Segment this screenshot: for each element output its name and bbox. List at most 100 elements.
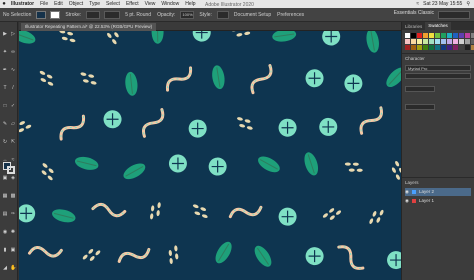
swatch[interactable] bbox=[453, 45, 458, 50]
swatch[interactable] bbox=[423, 33, 428, 38]
tab-libraries[interactable]: Libraries bbox=[402, 24, 425, 29]
swatch[interactable] bbox=[405, 45, 410, 50]
gradient-tool-icon[interactable]: ▤ bbox=[2, 211, 8, 217]
swatch[interactable] bbox=[429, 45, 434, 50]
stroke-swatch[interactable] bbox=[50, 10, 61, 19]
swatch[interactable] bbox=[411, 33, 416, 38]
workspace-switcher[interactable]: Essentials Classic bbox=[394, 10, 434, 16]
swatch[interactable] bbox=[447, 39, 452, 44]
character-panel-title[interactable]: Character bbox=[402, 53, 474, 63]
swatch[interactable] bbox=[459, 45, 464, 50]
direct-selection-tool-icon[interactable]: ▷ bbox=[10, 31, 16, 37]
swatch[interactable] bbox=[441, 45, 446, 50]
swatch[interactable] bbox=[423, 39, 428, 44]
brush-dropdown[interactable]: 5 pt. Round bbox=[122, 12, 154, 18]
leading-field[interactable] bbox=[405, 104, 435, 110]
selection-tool-icon[interactable]: ▶ bbox=[2, 31, 8, 37]
search-icon[interactable]: ⚲ bbox=[466, 1, 470, 7]
menu-effect[interactable]: Effect bbox=[123, 1, 142, 7]
pencil-tool-icon[interactable]: ✎ bbox=[2, 121, 8, 127]
lasso-icon[interactable]: ∞ bbox=[10, 49, 16, 55]
layers-panel-title[interactable]: Layers bbox=[402, 177, 474, 187]
swatch[interactable] bbox=[435, 45, 440, 50]
line-tool-icon[interactable]: / bbox=[10, 85, 16, 91]
swatch[interactable] bbox=[423, 45, 428, 50]
eraser-tool-icon[interactable]: ▱ bbox=[10, 121, 16, 127]
document-tab[interactable]: Illustrator Repeating Pattern.ai* @ 22.5… bbox=[21, 23, 157, 31]
layer-row[interactable]: ◉ Layer 1 bbox=[405, 197, 471, 205]
document-setup-button[interactable]: Document Setup bbox=[231, 12, 274, 18]
magic-wand-icon[interactable]: ✦ bbox=[2, 49, 8, 55]
swatch[interactable] bbox=[429, 33, 434, 38]
layer-row[interactable]: ◉ Layer 2 bbox=[405, 188, 471, 196]
eyedropper-icon[interactable]: ✑ bbox=[10, 211, 16, 217]
swatch[interactable] bbox=[405, 39, 410, 44]
swatch[interactable] bbox=[405, 33, 410, 38]
scale-tool-icon[interactable]: ⇱ bbox=[10, 139, 16, 145]
stroke-color-icon[interactable] bbox=[7, 166, 15, 174]
blend-tool-icon[interactable]: ◉ bbox=[2, 229, 8, 235]
font-family-field[interactable]: Myriad Pro bbox=[405, 65, 471, 71]
graph-tool-icon[interactable]: ▮ bbox=[2, 247, 8, 253]
swatch[interactable] bbox=[441, 39, 446, 44]
swatch[interactable] bbox=[465, 33, 470, 38]
pen-tool-icon[interactable]: ✒ bbox=[2, 67, 8, 73]
swatch[interactable] bbox=[465, 39, 470, 44]
swatch[interactable] bbox=[465, 45, 470, 50]
swatch[interactable] bbox=[411, 39, 416, 44]
rotate-tool-icon[interactable]: ↻ bbox=[2, 139, 8, 145]
menu-file[interactable]: File bbox=[37, 1, 51, 7]
symbol-sprayer-icon[interactable]: ✺ bbox=[10, 229, 16, 235]
type-tool-icon[interactable]: T bbox=[2, 85, 8, 91]
artboard-tool-icon[interactable]: ▣ bbox=[10, 247, 16, 253]
swatch[interactable] bbox=[417, 33, 422, 38]
swatch[interactable] bbox=[417, 39, 422, 44]
swatch[interactable] bbox=[459, 39, 464, 44]
swatch[interactable] bbox=[429, 39, 434, 44]
clock[interactable]: Sat 23 May 15:55 bbox=[423, 1, 462, 7]
swatch[interactable] bbox=[447, 33, 452, 38]
free-transform-icon[interactable]: ▣ bbox=[2, 175, 8, 181]
paintbrush-icon[interactable]: ✓ bbox=[10, 103, 16, 109]
artboard-canvas[interactable] bbox=[19, 31, 401, 280]
swatch[interactable] bbox=[435, 33, 440, 38]
font-style-field[interactable] bbox=[405, 73, 471, 79]
opacity-field[interactable]: 100% bbox=[180, 10, 195, 19]
rectangle-tool-icon[interactable]: □ bbox=[2, 103, 8, 109]
shape-builder-icon[interactable]: ◈ bbox=[10, 175, 16, 181]
menu-help[interactable]: Help bbox=[182, 1, 198, 7]
slice-tool-icon[interactable]: ◢ bbox=[2, 265, 8, 271]
stroke-width-field[interactable] bbox=[86, 10, 101, 19]
apple-icon[interactable]: ● bbox=[0, 1, 8, 7]
tab-swatches[interactable]: Swatches bbox=[425, 22, 451, 30]
menu-type[interactable]: Type bbox=[86, 1, 103, 7]
style-dropdown[interactable] bbox=[216, 10, 229, 19]
swatch[interactable] bbox=[459, 33, 464, 38]
visibility-eye-icon[interactable]: ◉ bbox=[405, 188, 409, 196]
swatch[interactable] bbox=[453, 33, 458, 38]
menu-select[interactable]: Select bbox=[103, 1, 123, 7]
menu-view[interactable]: View bbox=[142, 1, 159, 7]
hand-tool-icon[interactable]: ✋ bbox=[10, 265, 16, 271]
font-size-field[interactable] bbox=[405, 86, 435, 92]
search-field[interactable] bbox=[438, 11, 470, 19]
swatch[interactable] bbox=[435, 39, 440, 44]
mesh-tool-icon[interactable]: ▩ bbox=[10, 193, 16, 199]
curvature-tool-icon[interactable]: ∿ bbox=[10, 67, 16, 73]
menu-window[interactable]: Window bbox=[158, 1, 182, 7]
swatch[interactable] bbox=[453, 39, 458, 44]
fill-swatch[interactable] bbox=[36, 10, 47, 19]
menu-object[interactable]: Object bbox=[66, 1, 86, 7]
fill-stroke-widget[interactable] bbox=[3, 162, 15, 174]
swatch[interactable] bbox=[447, 45, 452, 50]
swatch[interactable] bbox=[441, 33, 446, 38]
variable-width-dropdown[interactable] bbox=[104, 10, 121, 19]
wifi-icon[interactable]: ≈ bbox=[416, 1, 419, 7]
swatch[interactable] bbox=[417, 45, 422, 50]
app-menu[interactable]: Illustrator bbox=[8, 1, 37, 7]
swatch[interactable] bbox=[411, 45, 416, 50]
menu-edit[interactable]: Edit bbox=[51, 1, 66, 7]
visibility-eye-icon[interactable]: ◉ bbox=[405, 197, 409, 205]
perspective-grid-icon[interactable]: ▦ bbox=[2, 193, 8, 199]
preferences-button[interactable]: Preferences bbox=[274, 12, 307, 18]
